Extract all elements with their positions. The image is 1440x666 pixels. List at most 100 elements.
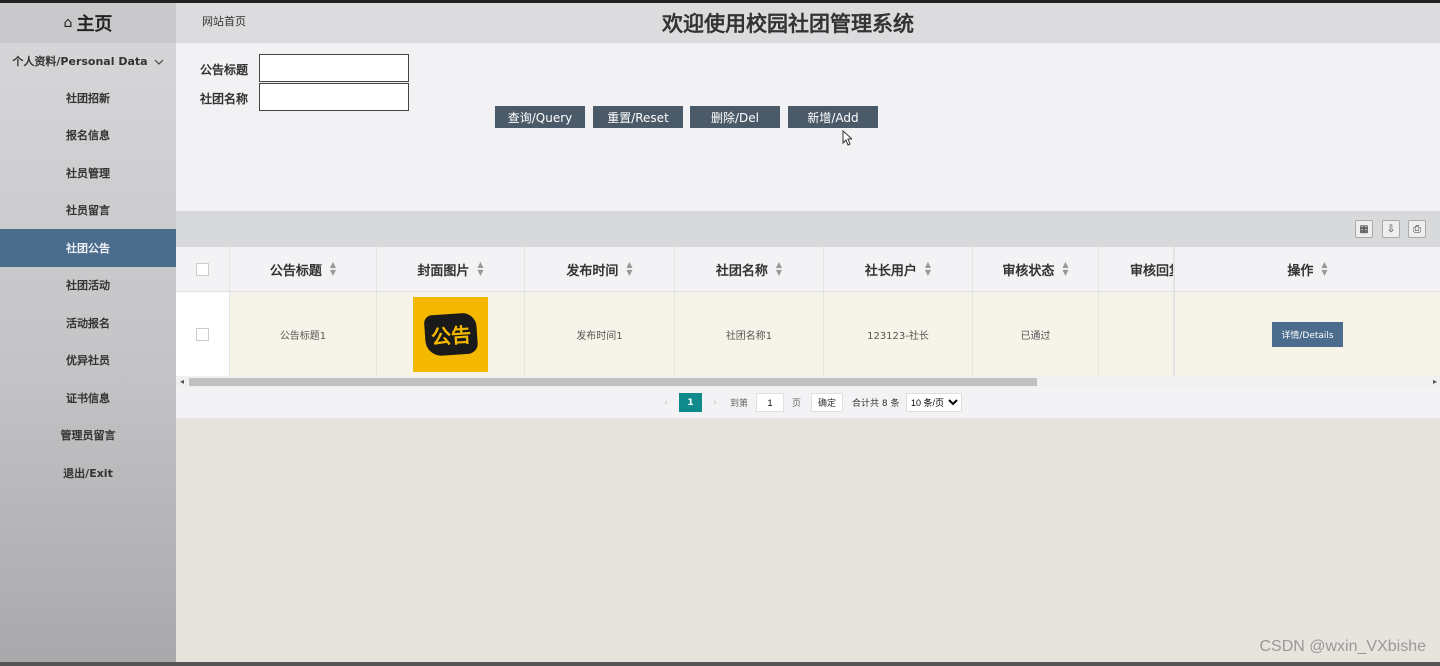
details-button[interactable]: 详情/Details <box>1272 321 1343 347</box>
column-header-club[interactable]: 社团名称 ▲ ▼ <box>675 247 824 291</box>
search-panel: 公告标题 社团名称 查询/Query 重置/Reset 删除/Del 新增/Ad… <box>176 43 1440 211</box>
sidebar-item-label: 证书信息 <box>66 391 110 405</box>
cell-club-name: 社团名称1 <box>675 292 824 376</box>
column-header-title[interactable]: 公告标题 ▲ ▼ <box>230 247 377 291</box>
sort-icon[interactable]: ▲ ▼ <box>330 261 336 277</box>
print-icon[interactable]: ⎙ <box>1408 220 1426 238</box>
page-suffix-label: 页 <box>792 399 802 409</box>
cell-status: 已通过 <box>973 292 1099 376</box>
sidebar-item-label: 社员留言 <box>66 204 110 218</box>
page-size-select[interactable]: 10 条/页 <box>906 393 962 412</box>
sort-icon[interactable]: ▲ ▼ <box>925 261 931 277</box>
prev-page-icon[interactable]: ‹ <box>660 393 672 412</box>
sort-icon[interactable]: ▲ ▼ <box>477 261 483 277</box>
cell-leader: 123123-社长 <box>824 292 973 376</box>
column-header-label: 审核状态 <box>1002 263 1055 279</box>
next-page-icon[interactable]: › <box>709 393 721 412</box>
sidebar-home-label: 主页 <box>76 14 113 35</box>
cell-cover: 公告 <box>377 292 525 376</box>
sidebar-item-member-management[interactable]: 社员管理 <box>0 154 176 192</box>
watermark: CSDN @wxin_VXbishe <box>1259 638 1426 655</box>
sidebar-item-label: 社团公告 <box>66 241 110 255</box>
table-row: 公告标题1 公告 发布时间1 社团名称1 123123-社长 已通过 详情/De… <box>176 292 1440 376</box>
cell-publish-time: 发布时间1 <box>525 292 675 376</box>
sidebar-item-certificates[interactable]: 证书信息 <box>0 379 176 417</box>
column-header-cover[interactable]: 封面图片 ▲ ▼ <box>377 247 525 291</box>
column-header-label: 审核回复 <box>1130 263 1173 279</box>
pagination: ‹ 1 › 到第 页 确定 合计共 8 条 10 条/页 <box>176 388 1440 418</box>
page-title: 欢迎使用校园社团管理系统 <box>662 12 914 36</box>
column-header-label: 社团名称 <box>715 263 768 279</box>
reset-button[interactable]: 重置/Reset <box>593 106 683 128</box>
row-select-cell <box>176 292 230 376</box>
sidebar-item-activity-signup[interactable]: 活动报名 <box>0 304 176 342</box>
sort-icon[interactable]: ▲ ▼ <box>1321 261 1327 277</box>
column-header-time[interactable]: 发布时间 ▲ ▼ <box>525 247 675 291</box>
sidebar-item-admin-messages[interactable]: 管理员留言 <box>0 417 176 455</box>
sidebar-item-club-announcements[interactable]: 社团公告 <box>0 229 176 267</box>
scrollbar-thumb[interactable] <box>189 378 1037 386</box>
sort-icon[interactable]: ▲ ▼ <box>1062 261 1068 277</box>
sidebar-item-label: 社团招新 <box>66 91 110 105</box>
sidebar-item-label: 退出/Exit <box>63 466 113 480</box>
sidebar-item-club-activities[interactable]: 社团活动 <box>0 267 176 305</box>
column-header-actions[interactable]: 操作 ▲ ▼ <box>1174 247 1440 291</box>
goto-confirm-button[interactable]: 确定 <box>811 393 844 412</box>
column-header-label: 封面图片 <box>417 263 470 279</box>
column-header-status[interactable]: 审核状态 ▲ ▼ <box>973 247 1099 291</box>
select-all-cell <box>176 247 230 291</box>
cell-reply <box>1099 292 1174 376</box>
column-header-leader[interactable]: 社长用户 ▲ ▼ <box>824 247 973 291</box>
cell-title: 公告标题1 <box>230 292 377 376</box>
horizontal-scrollbar[interactable]: ◂ ▸ <box>176 376 1440 388</box>
goto-label: 到第 <box>730 399 749 409</box>
sidebar-group-label: 个人资料/Personal Data <box>12 55 148 68</box>
cover-image[interactable]: 公告 <box>413 296 488 372</box>
sort-icon[interactable]: ▲ ▼ <box>626 261 632 277</box>
export-icon[interactable]: ⇩ <box>1382 220 1400 238</box>
sidebar: ⌂ 主页 个人资料/Personal Data 社团招新 报名信息 社员管理 社… <box>0 3 176 662</box>
sidebar-item-label: 活动报名 <box>66 316 110 330</box>
sidebar-item-label: 报名信息 <box>66 129 110 143</box>
title-field-label: 公告标题 <box>200 63 249 77</box>
column-header-reply[interactable]: 审核回复 <box>1099 247 1174 291</box>
sidebar-group-personal-data[interactable]: 个人资料/Personal Data <box>0 43 176 79</box>
home-icon: ⌂ <box>63 15 73 31</box>
sidebar-item-label: 社员管理 <box>66 166 110 180</box>
sidebar-item-signup-info[interactable]: 报名信息 <box>0 117 176 155</box>
title-search-input[interactable] <box>259 54 409 82</box>
club-name-search-input[interactable] <box>259 83 409 111</box>
total-count-label: 合计共 8 条 <box>852 399 900 409</box>
table-toolbar: ▦ ⇩ ⎙ <box>176 211 1440 247</box>
delete-button[interactable]: 删除/Del <box>690 106 780 128</box>
column-header-label: 发布时间 <box>566 263 619 279</box>
cell-actions: 详情/Details <box>1174 292 1440 376</box>
add-button[interactable]: 新增/Add <box>788 106 878 128</box>
sidebar-item-label: 优异社员 <box>66 354 110 368</box>
club-name-field-label: 社团名称 <box>200 92 249 106</box>
header: 网站首页 欢迎使用校园社团管理系统 <box>176 3 1440 43</box>
column-header-label: 公告标题 <box>269 263 322 279</box>
sidebar-item-recruit[interactable]: 社团招新 <box>0 79 176 117</box>
sidebar-item-exit[interactable]: 退出/Exit <box>0 454 176 492</box>
sidebar-home[interactable]: ⌂ 主页 <box>0 3 176 43</box>
sidebar-item-excellent-members[interactable]: 优异社员 <box>0 342 176 380</box>
column-header-label: 操作 <box>1287 263 1314 279</box>
sidebar-item-label: 社团活动 <box>66 279 110 293</box>
row-checkbox[interactable] <box>196 327 209 341</box>
window-bottom-border <box>0 662 1440 666</box>
select-all-checkbox[interactable] <box>196 262 209 276</box>
goto-page-input[interactable] <box>756 393 784 412</box>
cover-image-text: 公告 <box>423 311 478 357</box>
columns-icon[interactable]: ▦ <box>1355 220 1373 238</box>
sidebar-item-member-messages[interactable]: 社员留言 <box>0 192 176 230</box>
page-button-current[interactable]: 1 <box>679 393 702 412</box>
column-header-label: 社长用户 <box>864 263 917 279</box>
scroll-right-icon[interactable]: ▸ <box>1433 376 1437 388</box>
sort-icon[interactable]: ▲ ▼ <box>776 261 782 277</box>
sidebar-item-label: 管理员留言 <box>60 429 116 443</box>
scroll-left-icon[interactable]: ◂ <box>180 376 184 388</box>
query-button[interactable]: 查询/Query <box>495 106 585 128</box>
table-header: 公告标题 ▲ ▼ 封面图片 ▲ ▼ 发布时间 ▲ ▼ 社团名称 ▲ ▼ 社长用户 ▲ ▼ 审核状态 ▲… <box>176 247 1440 292</box>
chevron-down-icon <box>154 55 164 68</box>
